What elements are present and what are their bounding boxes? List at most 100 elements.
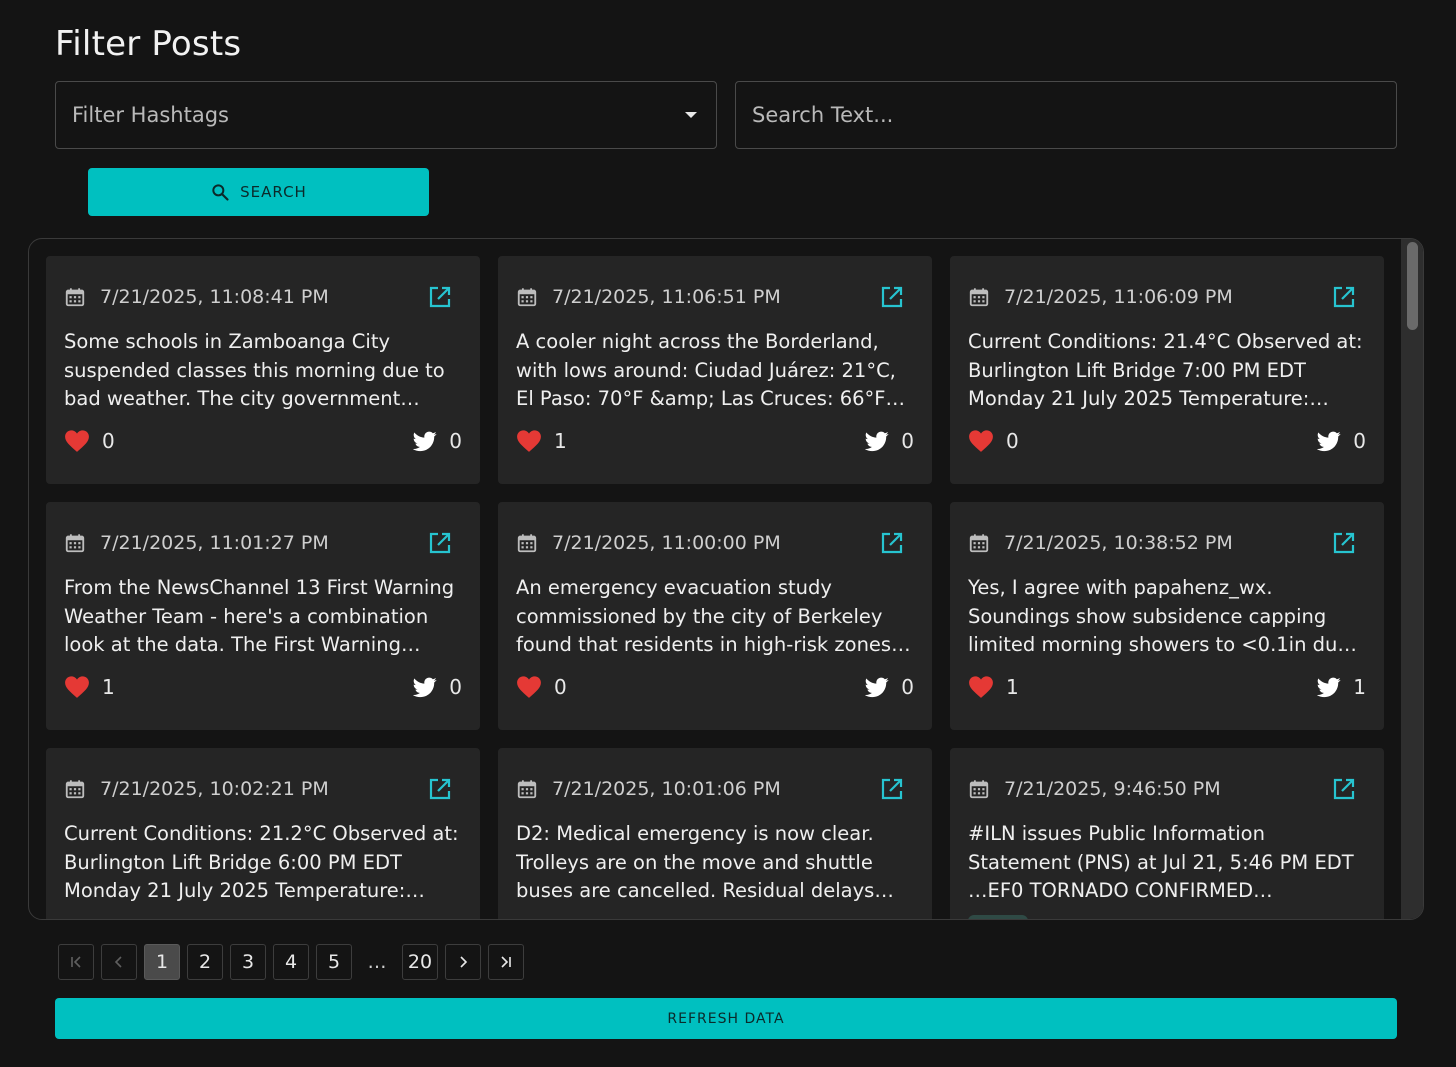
page-button-1[interactable]: 1	[144, 944, 180, 980]
post-stats	[64, 918, 462, 919]
likes-count: 1	[1006, 675, 1019, 699]
twitter-bird-icon	[413, 431, 437, 451]
post-stats	[516, 918, 914, 919]
open-external-icon[interactable]	[428, 531, 452, 555]
post-date: 7/21/2025, 11:01:27 PM	[100, 532, 329, 554]
post-text: From the NewsChannel 13 First Warning We…	[64, 576, 455, 657]
open-external-icon[interactable]	[880, 777, 904, 801]
heart-icon	[65, 676, 89, 698]
likes-count: 0	[1006, 429, 1019, 453]
refresh-data-button[interactable]: REFRESH DATA	[55, 998, 1397, 1039]
post-text: #ILN issues Public Information Statement…	[968, 822, 1354, 903]
post-card: 7/21/2025, 11:00:00 PM An emergency evac…	[498, 502, 932, 730]
next-page-button[interactable]	[445, 944, 481, 980]
post-header: 7/21/2025, 10:01:06 PM	[516, 776, 904, 802]
likes-group: 0	[64, 429, 115, 453]
post-card: 7/21/2025, 10:01:06 PM D2: Medical emerg…	[498, 748, 932, 919]
likes-count: 0	[554, 675, 567, 699]
posts-grid: 7/21/2025, 11:08:41 PM Some schools in Z…	[46, 256, 1384, 919]
post-header: 7/21/2025, 11:06:09 PM	[968, 284, 1356, 310]
calendar-icon	[969, 780, 989, 799]
heart-icon	[517, 676, 541, 698]
previous-page-button[interactable]	[101, 944, 137, 980]
post-date: 7/21/2025, 11:06:51 PM	[552, 286, 781, 308]
likes-group: 0	[968, 429, 1019, 453]
page-title: Filter Posts	[55, 24, 242, 64]
post-header: 7/21/2025, 10:02:21 PM	[64, 776, 452, 802]
twitter-bird-icon	[865, 677, 889, 697]
search-text-placeholder: Search Text...	[752, 103, 894, 127]
post-card: 7/21/2025, 9:46:50 PM #ILN issues Public…	[950, 748, 1384, 919]
page-button-last-number[interactable]: 20	[402, 944, 438, 980]
open-external-icon[interactable]	[880, 285, 904, 309]
likes-group: 1	[968, 675, 1019, 699]
page-button-3[interactable]: 3	[230, 944, 266, 980]
post-stats: 1 1	[968, 672, 1366, 702]
heart-icon	[517, 430, 541, 452]
search-icon	[212, 184, 229, 201]
retweets-count: 0	[901, 429, 914, 453]
chevron-left-icon	[114, 956, 122, 968]
first-page-button[interactable]	[58, 944, 94, 980]
post-text: Current Conditions: 21.4°C Observed at: …	[968, 330, 1363, 411]
calendar-icon	[969, 288, 989, 307]
scrollbar-thumb[interactable]	[1407, 242, 1418, 330]
posts-panel: 7/21/2025, 11:08:41 PM Some schools in Z…	[28, 238, 1424, 920]
post-stats: 0 0	[516, 672, 914, 702]
hashtags-filter-placeholder: Filter Hashtags	[72, 103, 229, 127]
search-button-label: SEARCH	[240, 183, 307, 201]
refresh-data-label: REFRESH DATA	[667, 1010, 785, 1027]
search-text-input[interactable]: Search Text...	[735, 81, 1397, 149]
post-text: Some schools in Zamboanga City suspended…	[64, 330, 445, 411]
post-stats: 0 0	[968, 426, 1366, 456]
retweets-count: 1	[1353, 675, 1366, 699]
likes-group: 1	[516, 429, 567, 453]
post-header: 7/21/2025, 11:06:51 PM	[516, 284, 904, 310]
post-card: 7/21/2025, 11:01:27 PM From the NewsChan…	[46, 502, 480, 730]
open-external-icon[interactable]	[1332, 285, 1356, 309]
likes-count: 1	[554, 429, 567, 453]
post-text: D2: Medical emergency is now clear. Trol…	[516, 822, 875, 903]
scrollbar[interactable]	[1401, 239, 1423, 919]
post-stats: 1 0	[516, 426, 914, 456]
search-button[interactable]: SEARCH	[88, 168, 429, 216]
hashtags-filter-select[interactable]: Filter Hashtags	[55, 81, 717, 149]
open-external-icon[interactable]	[428, 777, 452, 801]
calendar-icon	[65, 288, 85, 307]
retweets-group: 0	[865, 675, 914, 699]
post-header: 7/21/2025, 10:38:52 PM	[968, 530, 1356, 556]
page-button-2[interactable]: 2	[187, 944, 223, 980]
heart-icon	[65, 430, 89, 452]
likes-count: 0	[102, 429, 115, 453]
post-card: 7/21/2025, 10:02:21 PM Current Condition…	[46, 748, 480, 919]
post-card: 7/21/2025, 11:06:09 PM Current Condition…	[950, 256, 1384, 484]
open-external-icon[interactable]	[428, 285, 452, 309]
twitter-bird-icon	[865, 431, 889, 451]
first-page-icon	[71, 956, 81, 968]
page-button-4[interactable]: 4	[273, 944, 309, 980]
post-date: 7/21/2025, 9:46:50 PM	[1004, 778, 1221, 800]
open-external-icon[interactable]	[880, 531, 904, 555]
post-date: 7/21/2025, 11:08:41 PM	[100, 286, 329, 308]
retweets-count: 0	[449, 429, 462, 453]
post-text: Current Conditions: 21.2°C Observed at: …	[64, 822, 459, 903]
page-button-5[interactable]: 5	[316, 944, 352, 980]
calendar-icon	[517, 288, 537, 307]
open-external-icon[interactable]	[1332, 531, 1356, 555]
twitter-bird-icon	[1317, 431, 1341, 451]
post-card: 7/21/2025, 10:38:52 PM Yes, I agree with…	[950, 502, 1384, 730]
calendar-icon	[65, 780, 85, 799]
post-date: 7/21/2025, 10:38:52 PM	[1004, 532, 1233, 554]
likes-group: 1	[64, 675, 115, 699]
post-text: Yes, I agree with papahenz_wx. Soundings…	[968, 576, 1350, 657]
last-page-button[interactable]	[488, 944, 524, 980]
post-card: 7/21/2025, 11:08:41 PM Some schools in Z…	[46, 256, 480, 484]
open-external-icon[interactable]	[1332, 777, 1356, 801]
post-date: 7/21/2025, 10:01:06 PM	[552, 778, 781, 800]
pagination-ellipsis: …	[367, 951, 387, 973]
post-header: 7/21/2025, 11:08:41 PM	[64, 284, 452, 310]
post-card: 7/21/2025, 11:06:51 PM A cooler night ac…	[498, 256, 932, 484]
chevron-right-icon	[460, 956, 468, 968]
retweets-group: 1	[1317, 675, 1366, 699]
retweets-count: 0	[1353, 429, 1366, 453]
